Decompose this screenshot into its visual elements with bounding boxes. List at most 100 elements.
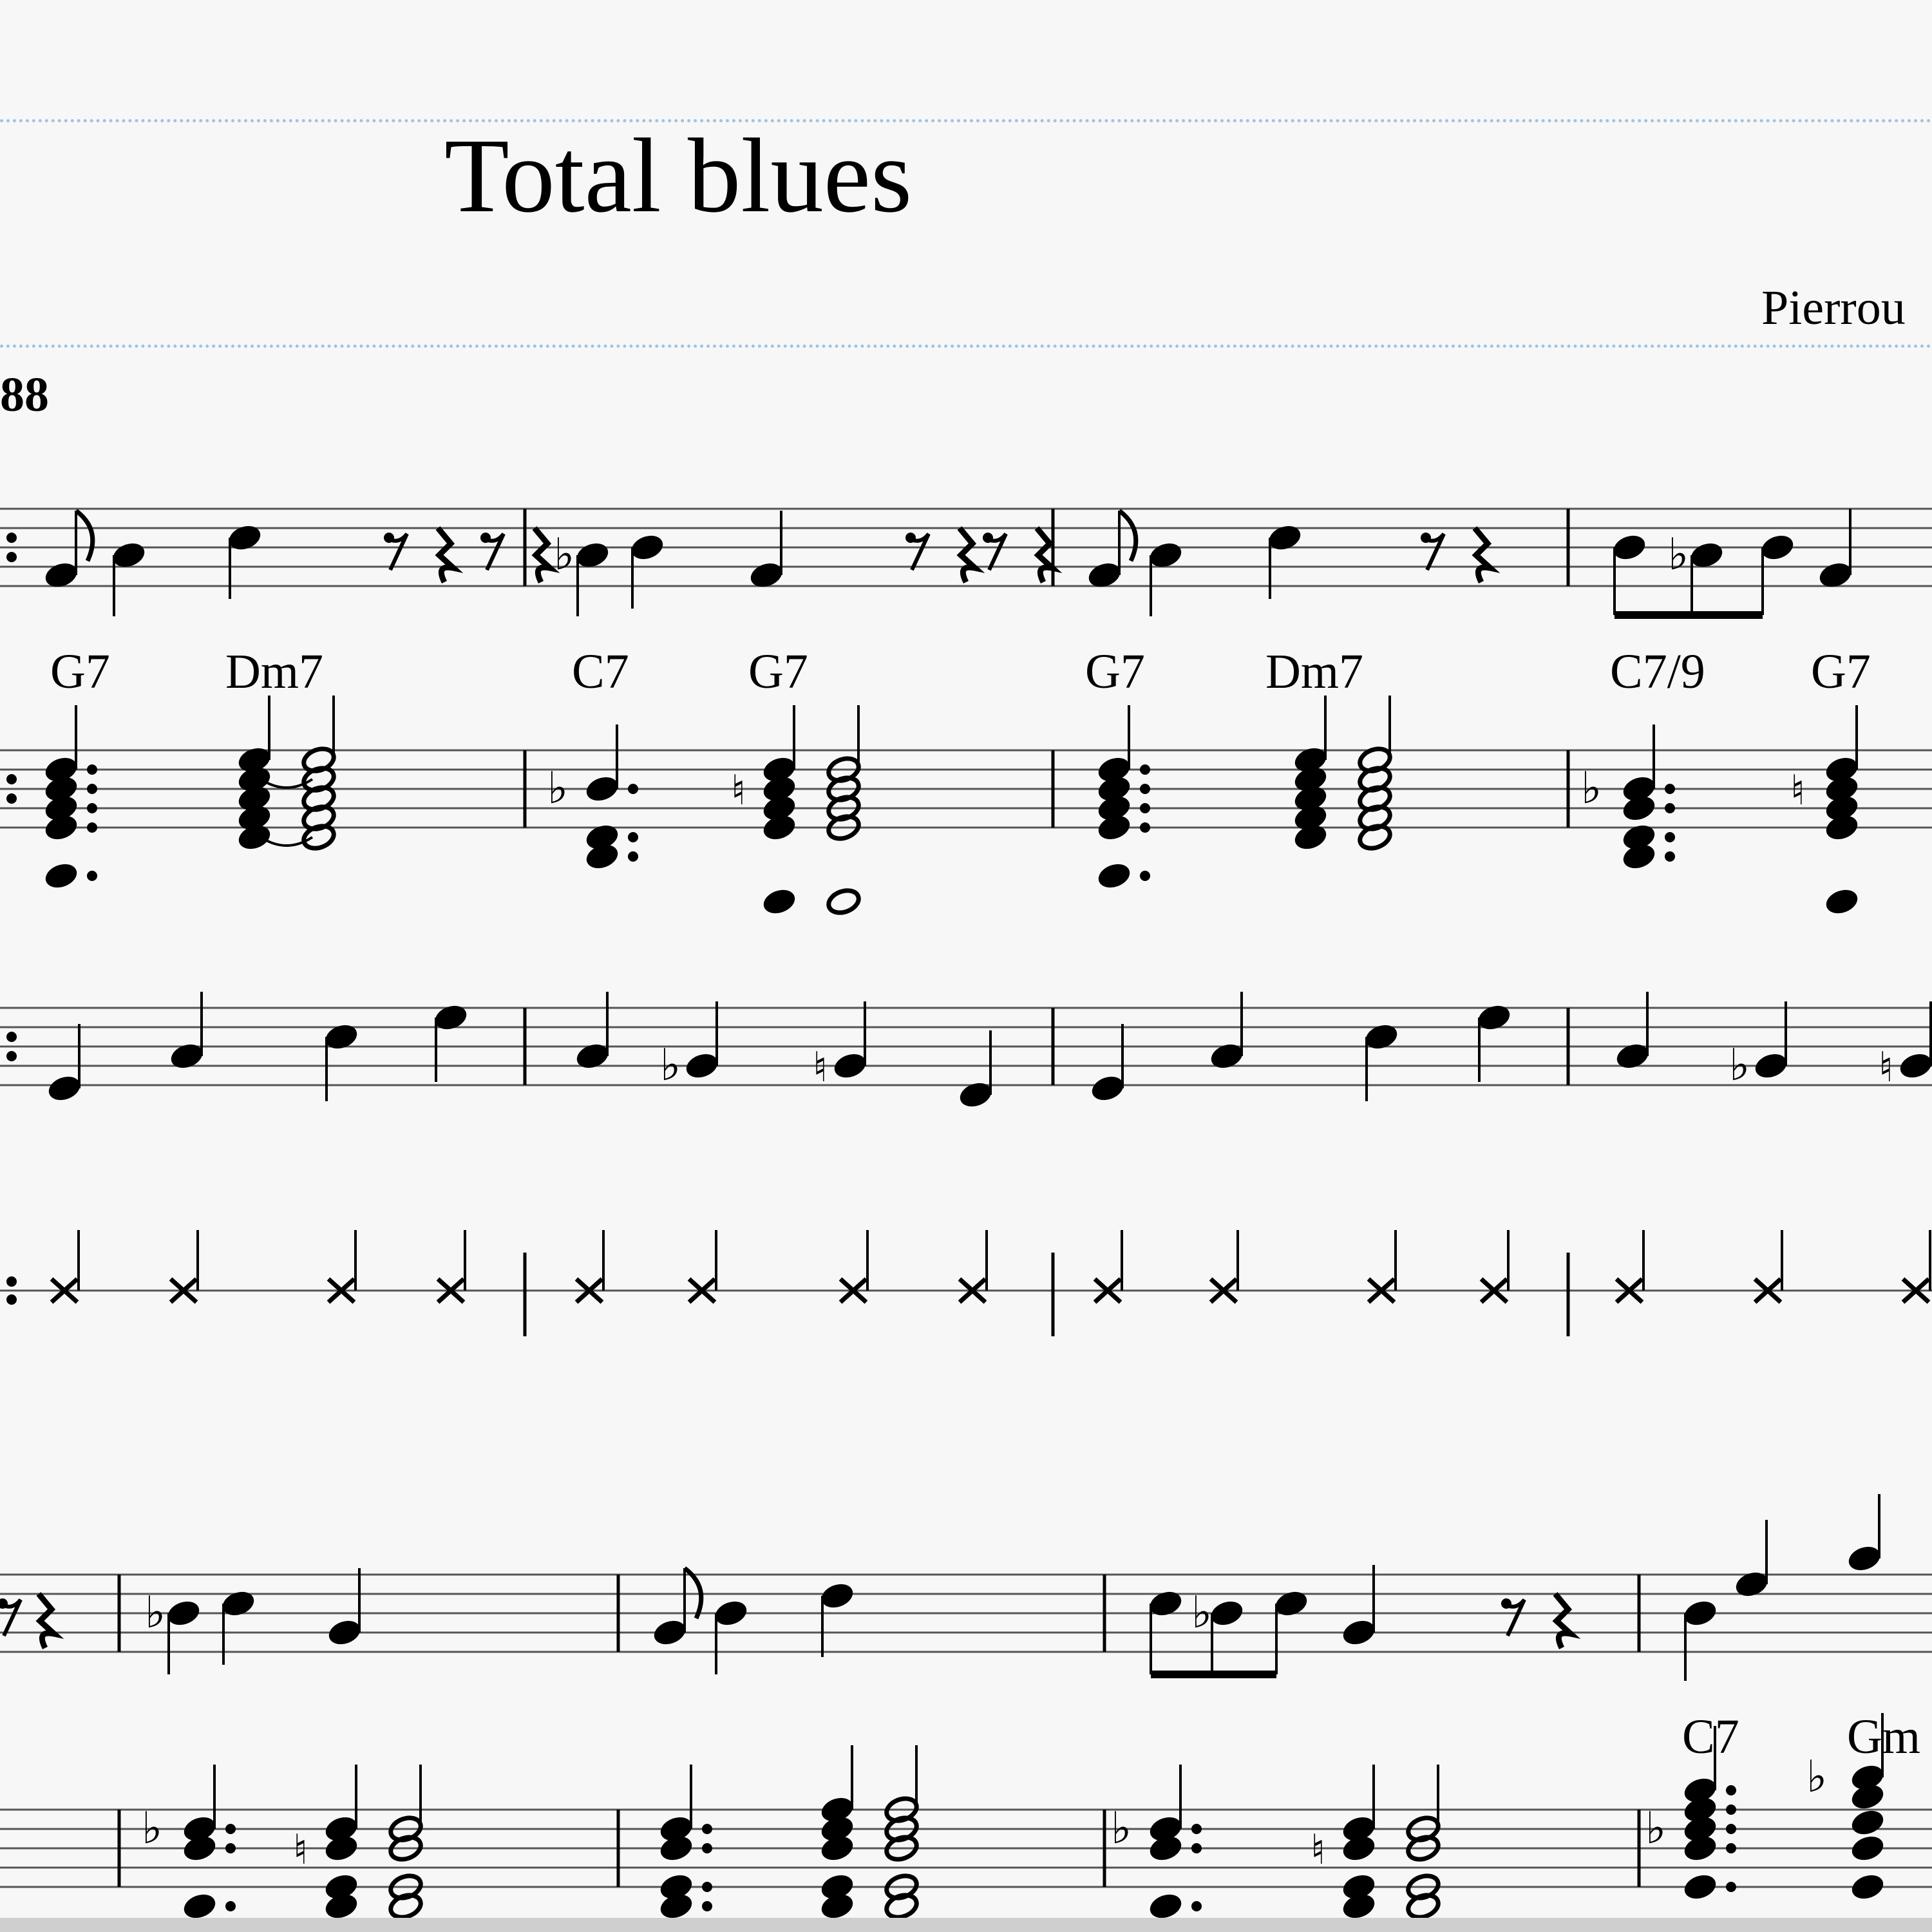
augmentation-dot [1726, 1785, 1736, 1795]
window-bottom-edge [0, 1918, 1932, 1932]
notehead [1269, 526, 1301, 550]
notehead [1613, 535, 1645, 560]
notehead [222, 1591, 254, 1616]
augmentation-dot [1140, 784, 1150, 794]
flat-sign: ♭ [1191, 1587, 1212, 1638]
augmentation-dot [87, 871, 97, 881]
notehead [576, 1044, 609, 1068]
augmentation-dot [702, 1843, 712, 1853]
notehead [715, 1601, 747, 1625]
augmentation-dot [628, 851, 638, 862]
augmentation-dot [225, 1901, 236, 1911]
notehead [1761, 535, 1794, 560]
augmentation-dot [1665, 803, 1675, 813]
flat-sign: ♭ [1111, 1803, 1132, 1854]
flat-sign: ♭ [547, 763, 568, 814]
notehead [1755, 1054, 1787, 1078]
augmentation-dot [6, 793, 17, 804]
augmentation-dot [1140, 764, 1150, 775]
augmentation-dot [87, 822, 97, 833]
notehead [586, 777, 618, 801]
flat-sign: ♭ [1729, 1040, 1750, 1091]
augmentation-dot [1726, 1843, 1736, 1853]
notehead [1092, 1076, 1124, 1101]
quarter-rest [1552, 1592, 1581, 1650]
notehead [1848, 1546, 1880, 1571]
rest-dot [1501, 1598, 1511, 1609]
notation: ♭ ♭ ♭ ♮ ♭ ♮ ♭ ♮ ♭ ♮ ♭ ♭ ♭ ♮ ♭ ♮ ♭ ♭ [0, 509, 1932, 1920]
notehead [763, 889, 795, 914]
notehead [1275, 1591, 1307, 1616]
augmentation-dot [225, 1843, 236, 1853]
flat-sign: ♭ [554, 529, 574, 580]
notehead [1736, 1572, 1768, 1596]
chord-symbol[interactable]: G7 [1085, 645, 1145, 699]
notehead [1852, 1810, 1884, 1835]
augmentation-dot [6, 774, 17, 784]
chord-symbol[interactable]: C7 [572, 645, 629, 699]
score-canvas[interactable]: ♭ ♭ ♭ ♮ ♭ ♮ ♭ ♮ ♭ ♮ ♭ ♭ ♭ ♮ ♭ ♮ ♭ ♭ G7 Dm7 C7 G7 G7 Dm7 C… [0, 0, 1932, 1932]
notehead [686, 1054, 718, 1078]
flat-sign: ♭ [145, 1587, 166, 1638]
chord-symbol[interactable]: Dm7 [225, 645, 323, 699]
rest-dot [480, 533, 491, 543]
augmentation-dot [1726, 1824, 1736, 1834]
rest-dot [905, 533, 916, 543]
notehead [325, 1025, 357, 1049]
augmentation-dot [702, 1824, 712, 1834]
augmentation-dot [1665, 832, 1675, 842]
augmentation-dot [6, 1294, 17, 1305]
quarter-rest [531, 526, 560, 584]
notehead [1852, 1875, 1884, 1899]
notehead [631, 535, 663, 560]
augmentation-dot [1140, 803, 1150, 813]
chord-symbol[interactable]: G7 [50, 645, 110, 699]
quarter-rest [435, 526, 464, 584]
notehead [45, 864, 77, 888]
flag [74, 509, 95, 562]
flat-sign: ♭ [1645, 1803, 1666, 1854]
notehead [1900, 1054, 1932, 1078]
chord-symbol[interactable]: G7 [748, 645, 808, 699]
notehead [1343, 1620, 1375, 1645]
quarter-rest [35, 1592, 64, 1650]
augmentation-dot [1191, 1824, 1202, 1834]
natural-sign: ♮ [1790, 767, 1805, 815]
natural-sign: ♮ [1879, 1044, 1893, 1092]
notehead [834, 1054, 866, 1078]
chord-symbol[interactable]: C7 [1682, 1710, 1739, 1764]
notehead [1150, 1591, 1182, 1616]
chord-symbol[interactable]: Dm7 [1265, 645, 1363, 699]
notehead [48, 1076, 80, 1101]
augmentation-dot [87, 764, 97, 775]
chord-symbol[interactable]: C7/9 [1610, 645, 1705, 699]
augmentation-dot [1140, 822, 1150, 833]
notehead [229, 526, 261, 550]
flat-sign: ♭ [1806, 1752, 1827, 1803]
notehead [654, 1620, 686, 1645]
chord-symbol[interactable]: G7 [1811, 645, 1871, 699]
augmentation-dot [1665, 784, 1675, 794]
augmentation-dot [1726, 1882, 1736, 1892]
quarter-rest [956, 526, 985, 584]
augmentation-dot [1665, 851, 1675, 862]
notehead [960, 1083, 992, 1107]
beam [1615, 611, 1763, 619]
notehead [1478, 1005, 1510, 1030]
augmentation-dot [702, 1901, 712, 1911]
notehead [328, 1620, 361, 1645]
chord-symbol[interactable]: Gm [1847, 1710, 1920, 1764]
augmentation-dot [1191, 1901, 1202, 1911]
quarter-rest [1472, 526, 1501, 584]
notehead [1684, 1601, 1716, 1625]
augmentation-dot [87, 803, 97, 813]
notehead [821, 1584, 853, 1608]
staff [0, 1573, 1932, 1653]
notehead [1684, 1875, 1716, 1899]
notehead [167, 1601, 200, 1625]
augmentation-dot [628, 832, 638, 842]
augmentation-dot [6, 1276, 17, 1287]
augmentation-dot [6, 1032, 17, 1042]
notehead [1852, 1836, 1884, 1861]
rest-dot [384, 533, 394, 543]
